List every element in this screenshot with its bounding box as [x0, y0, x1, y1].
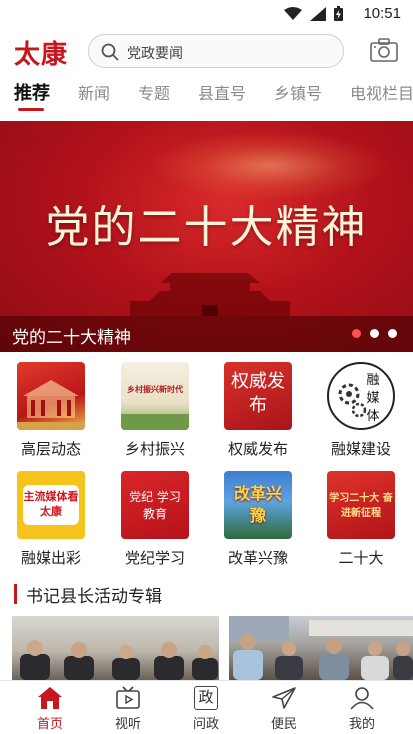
grid-item-media-highlights[interactable]: 主流媒体看太康 融媒出彩	[6, 471, 96, 568]
category-tabs: 推荐 新闻 专题 县直号 乡镇号 电视栏目	[0, 74, 413, 116]
discipline-thumb-text: 党纪 学习教育	[129, 490, 181, 521]
banner-caption: 党的二十大精神	[12, 328, 131, 348]
gear-icon	[338, 383, 367, 418]
official-thumb-text: 权威发布	[231, 371, 285, 416]
tab-towns[interactable]: 乡镇号	[274, 80, 322, 104]
banner-carousel[interactable]: 党的二十大精神 党的二十大精神	[0, 121, 413, 352]
status-bar: 10:51	[0, 0, 413, 28]
media-thumb-text: 融媒体	[366, 373, 380, 424]
grid-item-official-release[interactable]: 权威发布 权威发布	[213, 362, 303, 459]
grid-label: 融媒出彩	[20, 549, 81, 567]
nav-video[interactable]: 视听	[98, 685, 158, 732]
reform-thumbnail: 改革兴豫	[224, 471, 292, 539]
search-icon	[101, 43, 119, 61]
tab-recommend[interactable]: 推荐	[14, 79, 50, 105]
reform-thumb-text: 改革兴豫	[233, 484, 282, 525]
grid-item-media-building[interactable]: 融媒体 融媒建设	[316, 362, 406, 459]
grid-label: 二十大	[338, 549, 384, 567]
activity-photo[interactable]	[12, 616, 219, 680]
street-photo-figures	[229, 616, 413, 680]
congress-thumb-text: 学习二十大 奋进新征程	[329, 493, 393, 519]
app-logo: 太康	[14, 40, 69, 70]
search-text: 党政要闻	[127, 46, 183, 62]
grid-label: 党纪学习	[124, 549, 185, 567]
nav-home[interactable]: 首页	[20, 685, 80, 732]
rural-thumbnail: 乡村振兴新时代	[121, 362, 189, 430]
user-icon	[350, 687, 374, 710]
nav-services[interactable]: 便民	[254, 685, 314, 732]
official-release-thumbnail: 权威发布	[224, 362, 292, 430]
nav-label: 首页	[36, 717, 63, 732]
camera-icon[interactable]	[370, 38, 398, 62]
banner-headline: 党的二十大精神	[45, 202, 368, 253]
tab-news[interactable]: 新闻	[78, 80, 110, 104]
signal-icon	[310, 6, 326, 21]
carousel-dot[interactable]	[352, 329, 361, 338]
app-header: 太康 党政要闻	[0, 28, 413, 74]
grid-label: 融媒建设	[330, 440, 391, 458]
section-title: 书记县长活动专辑	[26, 586, 162, 607]
tab-topics[interactable]: 专题	[138, 80, 170, 104]
rural-thumb-text: 乡村振兴新时代	[127, 384, 183, 394]
grid-label: 乡村振兴	[124, 440, 185, 458]
nav-label: 问政	[192, 717, 219, 732]
media-highlights-thumbnail: 主流媒体看太康	[17, 471, 85, 539]
activity-photo[interactable]	[229, 616, 413, 680]
field-strip	[121, 414, 189, 430]
nav-label: 视听	[114, 717, 141, 732]
twentieth-congress-thumbnail: 学习二十大 奋进新征程	[327, 471, 395, 539]
bottom-navigation: 首页 视听 政 问政 便民 我的	[0, 680, 413, 734]
hall-icon	[17, 380, 85, 430]
nav-inquiry[interactable]: 政 问政	[176, 685, 236, 732]
media-building-thumbnail: 融媒体	[327, 362, 395, 430]
grid-label: 高层动态	[20, 440, 81, 458]
wifi-icon	[284, 6, 302, 20]
grid-item-leadership-news[interactable]: 高层动态	[6, 362, 96, 459]
grid-item-reform-henan[interactable]: 改革兴豫 改革兴豫	[213, 471, 303, 568]
grid-item-twentieth-congress[interactable]: 学习二十大 奋进新征程 二十大	[316, 471, 406, 568]
home-icon	[38, 687, 62, 709]
section-accent-bar	[14, 584, 17, 604]
government-icon: 政	[194, 686, 218, 710]
nav-label: 我的	[348, 717, 375, 732]
party-discipline-thumbnail: 党纪 学习教育	[121, 471, 189, 539]
carousel-dots	[352, 329, 397, 338]
active-tab-indicator	[18, 108, 44, 111]
carousel-dot[interactable]	[388, 329, 397, 338]
leadership-thumbnail	[17, 362, 85, 430]
nav-profile[interactable]: 我的	[332, 685, 392, 732]
grid-item-rural-revitalization[interactable]: 乡村振兴新时代 乡村振兴	[110, 362, 200, 459]
search-bar[interactable]: 党政要闻	[88, 34, 344, 68]
carousel-dot[interactable]	[370, 329, 379, 338]
tiananmen-silhouette	[130, 273, 290, 316]
status-icons	[284, 6, 343, 21]
grid-item-party-discipline[interactable]: 党纪 学习教育 党纪学习	[110, 471, 200, 568]
highlights-thumb-text: 主流媒体看太康	[23, 490, 79, 518]
grid-label: 改革兴豫	[227, 549, 288, 567]
nav-label: 便民	[270, 717, 297, 732]
clock: 10:51	[363, 5, 401, 22]
section-header: 书记县长活动专辑	[14, 582, 162, 607]
grid-label: 权威发布	[227, 440, 288, 458]
send-icon	[272, 687, 296, 709]
tab-county-depts[interactable]: 县直号	[198, 80, 246, 104]
video-icon	[116, 686, 140, 709]
tab-tv-programs[interactable]: 电视栏目	[350, 80, 413, 104]
battery-icon	[334, 6, 343, 21]
banner-caption-bar: 党的二十大精神	[0, 316, 413, 352]
group-photo-figures	[20, 640, 218, 680]
